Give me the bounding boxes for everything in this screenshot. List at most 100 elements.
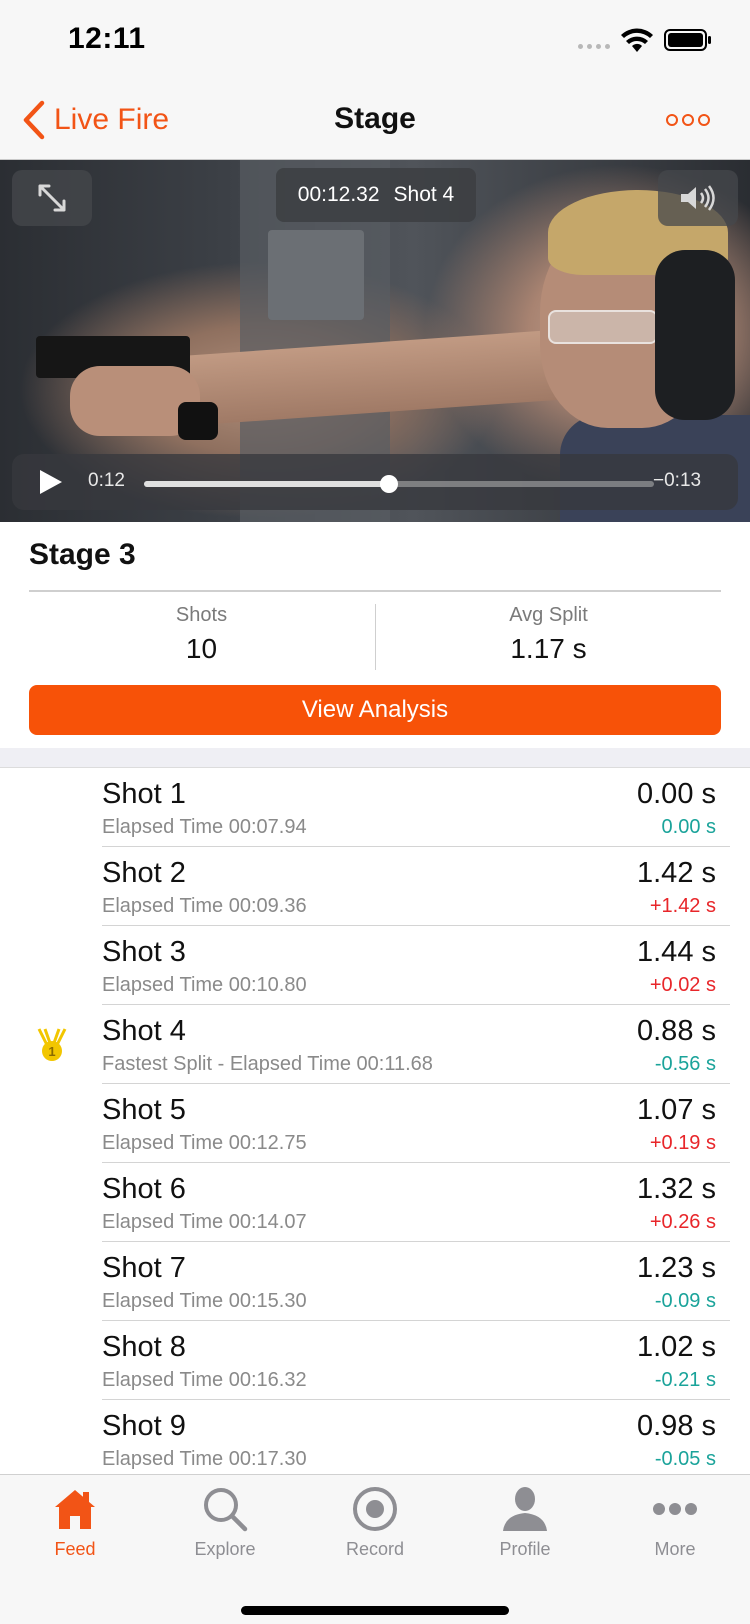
video-player[interactable]: 00:12.32 Shot 4 0:12 −0:13 xyxy=(0,160,750,522)
shot-split-delta: -0.21 s xyxy=(654,1369,716,1391)
stage-title: Stage 3 xyxy=(29,538,136,571)
shot-list[interactable]: Shot 1 Elapsed Time 00:07.94 0.00 s 0.00 sS… xyxy=(0,768,750,1474)
tab-feed[interactable]: Feed xyxy=(0,1475,150,1571)
shot-name: Shot 2 xyxy=(102,857,186,889)
expand-icon xyxy=(38,184,66,212)
shot-row[interactable]: Shot 2 Elapsed Time 00:09.36 1.42 s +1.42 s xyxy=(0,847,750,926)
progress-knob[interactable] xyxy=(379,475,398,493)
cellular-signal-icon xyxy=(578,44,610,49)
divider xyxy=(29,590,721,592)
shot-row[interactable]: Shot 7 Elapsed Time 00:15.30 1.23 s -0.09 s xyxy=(0,1242,750,1321)
shot-name: Shot 7 xyxy=(102,1252,186,1284)
shot-name: Shot 6 xyxy=(102,1173,186,1205)
shot-split-delta: +1.42 s xyxy=(649,895,716,917)
video-timestamp: 00:12.32 xyxy=(297,183,380,206)
shot-split-time: 0.00 s xyxy=(637,778,716,810)
tab-explore[interactable]: Explore xyxy=(150,1475,300,1571)
shot-timestamp-badge: 00:12.32 Shot 4 xyxy=(276,168,476,222)
shot-split-time: 1.44 s xyxy=(637,936,716,968)
back-button[interactable]: Live Fire xyxy=(22,100,169,140)
playback-controls: 0:12 −0:13 xyxy=(12,454,738,510)
shot-split-time: 1.02 s xyxy=(637,1331,716,1363)
shots-value: 10 xyxy=(185,633,218,664)
shot-elapsed-time: Elapsed Time 00:07.94 xyxy=(102,816,307,838)
progress-fill xyxy=(144,481,389,487)
volume-button[interactable] xyxy=(658,170,738,226)
shot-name: Shot 4 xyxy=(102,1015,186,1047)
home-icon xyxy=(55,1490,95,1529)
tab-label: Profile xyxy=(499,1539,551,1559)
tab-more[interactable]: More xyxy=(600,1475,750,1571)
shot-row[interactable]: Shot 8 Elapsed Time 00:16.32 1.02 s -0.21 s xyxy=(0,1321,750,1400)
shot-name: Shot 9 xyxy=(102,1410,186,1442)
back-button-label: Live Fire xyxy=(54,103,170,136)
shot-name: Shot 1 xyxy=(102,778,186,810)
shot-row[interactable]: Shot 9 Elapsed Time 00:17.30 0.98 s -0.05 s xyxy=(0,1400,750,1474)
video-shot-label: Shot 4 xyxy=(393,183,455,206)
shot-split-time: 0.98 s xyxy=(637,1410,716,1442)
speaker-icon xyxy=(681,185,715,211)
tab-label: Feed xyxy=(54,1539,96,1559)
current-time: 0:12 xyxy=(88,470,125,491)
shot-split-delta: +0.02 s xyxy=(649,974,716,996)
shots-stat: Shots 10 xyxy=(29,604,374,665)
shot-row[interactable]: Shot 6 Elapsed Time 00:14.07 1.32 s +0.26 s xyxy=(0,1163,750,1242)
battery-icon xyxy=(664,29,711,51)
navigation-bar: Live Fire Stage xyxy=(0,80,750,160)
tab-label: More xyxy=(654,1539,696,1559)
status-time: 12:11 xyxy=(68,22,146,55)
stage-summary: Stage 3 Shots 10 Avg Split 1.17 s View A… xyxy=(0,522,750,748)
avg-split-value: 1.17 s xyxy=(510,633,587,664)
shots-label: Shots xyxy=(175,604,228,626)
progress-slider[interactable] xyxy=(144,475,654,493)
fullscreen-button[interactable] xyxy=(12,170,92,226)
avg-split-stat: Avg Split 1.17 s xyxy=(376,604,721,665)
shot-split-delta: +0.19 s xyxy=(649,1132,716,1154)
shot-row[interactable]: Shot 5 Elapsed Time 00:12.75 1.07 s +0.19 s xyxy=(0,1084,750,1163)
shot-elapsed-time: Elapsed Time 00:12.75 xyxy=(102,1132,307,1154)
shot-split-time: 1.42 s xyxy=(637,857,716,889)
search-icon xyxy=(204,1488,248,1532)
tab-label: Explore xyxy=(194,1539,256,1559)
shot-elapsed-time: Elapsed Time 00:10.80 xyxy=(102,974,307,996)
shot-row[interactable]: Shot 3 Elapsed Time 00:10.80 1.44 s +0.02 s xyxy=(0,926,750,1005)
shot-elapsed-time: Elapsed Time 00:09.36 xyxy=(102,895,307,917)
shot-split-time: 0.88 s xyxy=(637,1015,716,1047)
status-bar: 12:11 xyxy=(0,0,750,80)
section-separator xyxy=(0,748,750,768)
shot-split-time: 1.07 s xyxy=(637,1094,716,1126)
shot-split-time: 1.23 s xyxy=(637,1252,716,1284)
home-indicator xyxy=(241,1606,509,1615)
shot-elapsed-time: Elapsed Time 00:14.07 xyxy=(102,1211,307,1233)
shot-elapsed-time: Fastest Split - Elapsed Time 00:11.68 xyxy=(102,1053,433,1075)
shot-name: Shot 8 xyxy=(102,1331,186,1363)
shot-elapsed-time: Elapsed Time 00:15.30 xyxy=(102,1290,307,1312)
shot-elapsed-time: Elapsed Time 00:16.32 xyxy=(102,1369,307,1391)
shot-split-time: 1.32 s xyxy=(637,1173,716,1205)
shot-name: Shot 3 xyxy=(102,936,186,968)
shot-row[interactable]: Shot 1 Elapsed Time 00:07.94 0.00 s 0.00 s xyxy=(0,768,750,847)
avg-split-label: Avg Split xyxy=(509,604,588,626)
more-dots-icon xyxy=(653,1503,697,1515)
tab-label: Record xyxy=(345,1539,405,1559)
svg-text:1: 1 xyxy=(48,1044,55,1059)
person-icon xyxy=(503,1487,547,1531)
shot-split-delta: +0.26 s xyxy=(649,1211,716,1233)
remaining-time: −0:13 xyxy=(653,470,702,491)
shot-name: Shot 5 xyxy=(102,1094,186,1126)
tab-record[interactable]: Record xyxy=(300,1475,450,1571)
tab-profile[interactable]: Profile xyxy=(450,1475,600,1571)
play-icon[interactable] xyxy=(36,468,64,496)
shot-split-delta: -0.09 s xyxy=(654,1290,716,1312)
shot-row[interactable]: 1 Shot 4 Fastest Split - Elapsed Time 00:1… xyxy=(0,1005,750,1084)
record-icon xyxy=(353,1487,397,1531)
shot-elapsed-time: Elapsed Time 00:17.30 xyxy=(102,1448,307,1470)
medal-icon: 1 xyxy=(37,1028,67,1061)
chevron-left-icon xyxy=(23,100,45,140)
shot-split-delta: -0.05 s xyxy=(654,1448,716,1470)
more-options-icon[interactable] xyxy=(666,110,714,130)
view-analysis-button[interactable]: View Analysis xyxy=(29,685,721,735)
tab-bar: Feed Explore Record Profile More xyxy=(0,1474,750,1624)
shot-split-delta: 0.00 s xyxy=(661,816,716,838)
shot-split-delta: -0.56 s xyxy=(654,1053,716,1075)
